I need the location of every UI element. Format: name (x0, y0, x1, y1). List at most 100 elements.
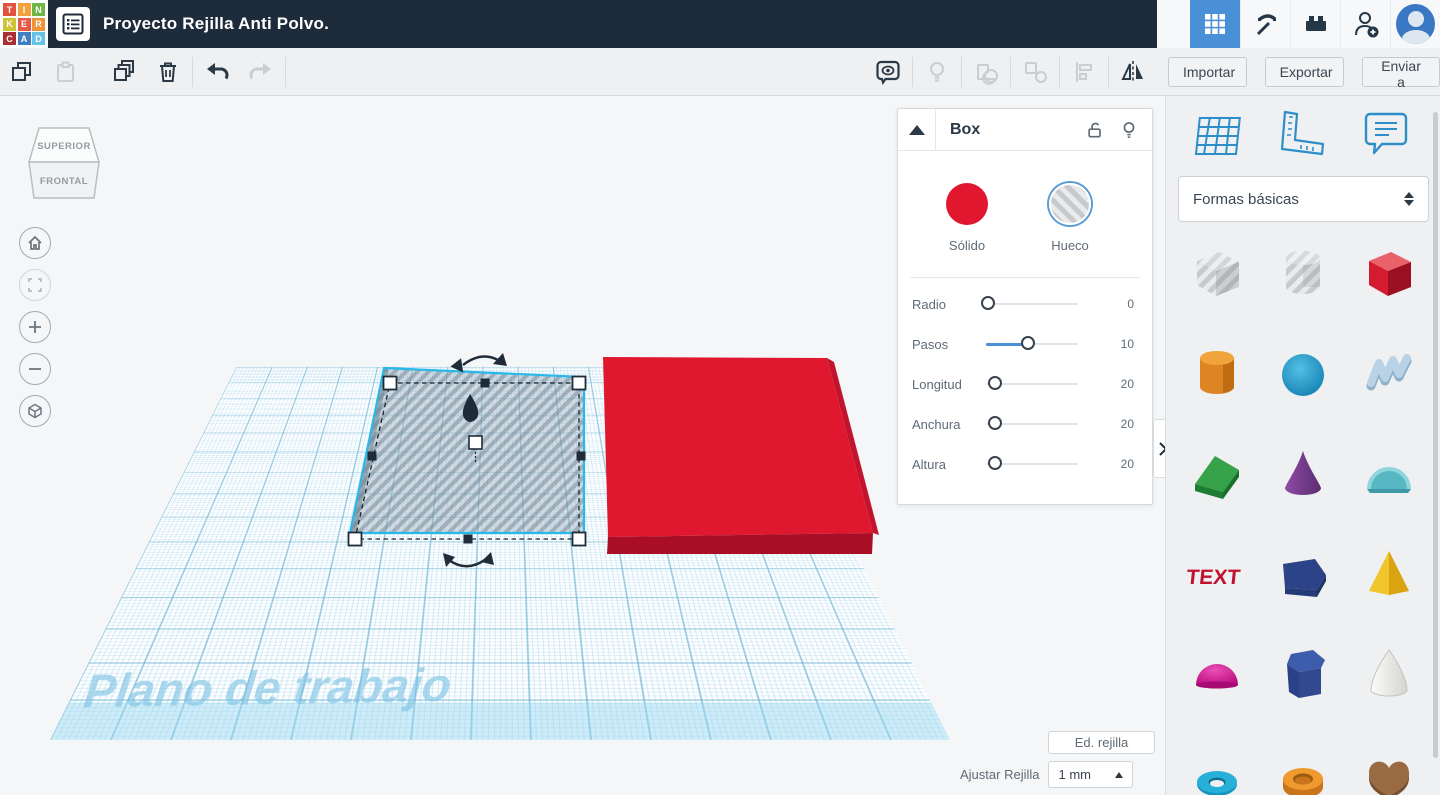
shape-cone[interactable] (1260, 424, 1346, 524)
inspector-sliders: Radio 0 Pasos 10 Longitud 20 Anchura 20 … (898, 284, 1152, 484)
account-button[interactable] (1390, 0, 1440, 48)
home-view-button[interactable] (19, 227, 51, 259)
slider-radio: Radio 0 (912, 296, 1134, 312)
toolbar-buttons: Importar Exportar Enviar a (1168, 48, 1440, 96)
shape-tube[interactable] (1260, 724, 1346, 795)
shape-round-roof[interactable] (1346, 424, 1432, 524)
slider-handle[interactable] (988, 456, 1003, 470)
shape-box-hollow[interactable] (1174, 224, 1260, 324)
perspective-toggle-button[interactable] (19, 395, 51, 427)
shape-category-dropdown[interactable]: Formas básicas (1178, 176, 1429, 222)
grid-view-button[interactable] (1190, 0, 1240, 48)
snap-grid-select[interactable]: 1 mm (1048, 761, 1134, 788)
box-hollow-icon (1197, 252, 1239, 296)
shape-grid: TEXT (1174, 224, 1433, 795)
zoom-in-button[interactable] (19, 311, 51, 343)
slider-handle[interactable] (1021, 336, 1036, 350)
view-cube[interactable]: SUPERIOR FRONTAL (26, 124, 102, 202)
selected-box-object[interactable] (348, 366, 586, 540)
cylinder-hollow-icon (1286, 251, 1320, 294)
invite-button[interactable] (1340, 0, 1390, 48)
unlock-icon[interactable] (1085, 120, 1105, 140)
material-hollow-option[interactable]: Hueco (1045, 179, 1095, 253)
import-button[interactable]: Importar (1168, 57, 1247, 87)
material-solid-option[interactable]: Sólido (942, 179, 992, 253)
export-button[interactable]: Exportar (1264, 57, 1345, 87)
inspector-header: Box (898, 108, 1152, 151)
undo-icon (207, 62, 229, 79)
grid-view-icon (1205, 14, 1225, 34)
redo-button[interactable] (239, 52, 283, 92)
plus-icon (29, 321, 41, 333)
group-button[interactable] (964, 52, 1008, 92)
shape-box[interactable] (1346, 224, 1432, 324)
shape-heart[interactable] (1346, 724, 1432, 795)
pickaxe-icon (1256, 14, 1276, 36)
shape-paraboloid[interactable] (1346, 624, 1432, 724)
scribble-icon (1366, 354, 1412, 391)
sidebar-tabs (1166, 96, 1440, 160)
shape-pyramid[interactable] (1346, 524, 1432, 624)
copy-button[interactable] (0, 52, 44, 92)
tab-ruler[interactable] (1277, 108, 1329, 160)
brick-export-button[interactable] (1290, 0, 1340, 48)
rotate-handle-top[interactable] (450, 353, 507, 373)
copy-icon (12, 61, 31, 81)
delete-button[interactable] (146, 52, 190, 92)
bulb-icon[interactable] (1119, 120, 1139, 140)
mirror-icon (1121, 61, 1143, 83)
send-to-button[interactable]: Enviar a (1362, 57, 1440, 90)
paste-button[interactable] (44, 52, 88, 92)
snap-grid-control: Ajustar Rejilla 1 mm (960, 761, 1134, 788)
shape-roof[interactable] (1174, 424, 1260, 524)
ungroup-button[interactable] (1013, 52, 1057, 92)
material-options: Sólido Hueco (898, 151, 1152, 253)
shape-torus[interactable] (1174, 724, 1260, 795)
fit-view-button[interactable] (19, 269, 51, 301)
shapes-sidebar: Formas básicas TEXT (1165, 96, 1440, 795)
text-icon: TEXT (1185, 566, 1241, 589)
tube-icon (1283, 768, 1323, 795)
polygon-icon (1287, 650, 1325, 698)
viewcube-top-label: SUPERIOR (37, 141, 91, 152)
hide-button[interactable] (915, 52, 959, 92)
sidebar-scrollbar[interactable] (1433, 112, 1438, 758)
shape-text[interactable]: TEXT (1174, 524, 1260, 624)
document-title: Proyecto Rejilla Anti Polvo. (103, 14, 330, 33)
mirror-button[interactable] (1111, 52, 1155, 92)
red-box-object[interactable] (603, 357, 879, 554)
rotate-handle-bottom[interactable] (443, 552, 494, 568)
shape-wedge[interactable] (1260, 524, 1346, 624)
shape-scribble[interactable] (1346, 324, 1432, 424)
minecraft-export-button[interactable] (1240, 0, 1290, 48)
duplicate-button[interactable] (102, 52, 146, 92)
design-menu-button[interactable] (56, 7, 90, 41)
shape-sphere[interactable] (1260, 324, 1346, 424)
tinkercad-logo[interactable]: TINKERCAD (0, 0, 48, 48)
shape-cylinder-hollow[interactable] (1260, 224, 1346, 324)
slider-handle[interactable] (988, 416, 1003, 430)
heart-icon (1369, 761, 1409, 795)
shape-polygon[interactable] (1260, 624, 1346, 724)
sphere-icon (1282, 354, 1324, 396)
roof-icon (1195, 456, 1239, 499)
fit-view-icon (28, 278, 42, 292)
undo-button[interactable] (195, 52, 239, 92)
top-scale-handle[interactable] (468, 435, 483, 450)
tab-notes[interactable] (1360, 108, 1412, 160)
shape-cylinder[interactable] (1174, 324, 1260, 424)
brick-icon (1305, 16, 1326, 31)
tab-workplane[interactable] (1194, 108, 1246, 160)
edit-grid-button[interactable]: Ed. rejilla (1048, 731, 1155, 754)
viewcube-front-label: FRONTAL (40, 176, 88, 187)
shape-half-sphere[interactable] (1174, 624, 1260, 724)
ungroup-icon (1024, 61, 1047, 83)
person-add-icon (1354, 12, 1378, 38)
slider-handle[interactable] (988, 376, 1003, 390)
cylinder-icon (1200, 351, 1234, 394)
show-all-button[interactable] (866, 52, 910, 92)
slider-handle[interactable] (980, 296, 995, 310)
align-button[interactable] (1062, 52, 1106, 92)
inspector-collapse-button[interactable] (898, 108, 936, 151)
zoom-out-button[interactable] (19, 353, 51, 385)
